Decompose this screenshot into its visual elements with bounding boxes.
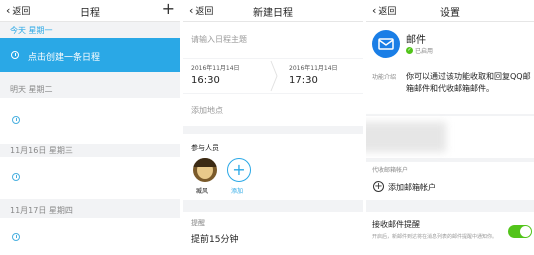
location-input[interactable]: 添加地点 — [183, 94, 363, 126]
add-schedule-button[interactable]: + — [162, 0, 175, 18]
list-item[interactable] — [0, 157, 180, 199]
notify-toggle[interactable] — [508, 225, 532, 238]
clock-icon — [12, 173, 20, 181]
time-range: 2016年11月14日 16:30 2016年11月14日 17:30 — [183, 59, 363, 93]
add-account-button[interactable]: + 添加邮箱帐户 — [366, 176, 534, 198]
end-time: 17:30 — [289, 75, 318, 86]
top-bar: ‹ 返回 日程 + — [0, 0, 180, 22]
settings-screen: ‹ 返回 设置 邮件 ✓ 已启用 功能介绍 你可以通过该功能收取和回复QQ邮箱邮… — [366, 0, 534, 255]
add-participant-label: 添加 — [231, 188, 244, 195]
blurred-area — [366, 116, 534, 158]
new-schedule-screen: ‹ 返回 新建日程 请输入日程主题 2016年11月14日 16:30 2016… — [183, 0, 363, 255]
end-date: 2016年11月14日 — [289, 65, 338, 72]
arrow-separator-icon — [270, 60, 278, 92]
accounts-label: 代收邮箱帐户 — [372, 167, 409, 174]
accounts-section: 代收邮箱帐户 + 添加邮箱帐户 — [366, 162, 534, 200]
notify-description: 开启后，新邮件到达将在消息列表的邮件提醒中通知你。 — [372, 234, 498, 240]
day-header: 11月17日 星期四 — [10, 206, 73, 215]
plus-circle-icon: + — [373, 181, 384, 192]
toggle-knob — [520, 226, 531, 237]
add-account-label: 添加邮箱帐户 — [388, 183, 436, 192]
app-name: 邮件 — [406, 35, 426, 46]
top-bar: ‹ 返回 新建日程 — [183, 0, 363, 22]
list-item[interactable] — [0, 98, 180, 144]
page-title: 日程 — [80, 8, 100, 19]
reminder-label: 提醒 — [191, 219, 205, 227]
subject-placeholder: 请输入日程主题 — [191, 35, 247, 44]
avatar[interactable] — [193, 158, 217, 182]
app-status: 已启用 — [415, 48, 434, 55]
today-header: 今天 星期一 — [10, 26, 53, 35]
tomorrow-header: 明天 星期二 — [10, 85, 53, 94]
page-title: 设置 — [440, 8, 460, 19]
day-header: 11月16日 星期三 — [10, 146, 73, 155]
create-schedule-label: 点击创建一条日程 — [28, 53, 101, 63]
clock-icon — [11, 51, 19, 59]
notify-label: 接收邮件提醒 — [372, 220, 420, 229]
list-item[interactable] — [0, 218, 180, 255]
end-time-picker[interactable]: 2016年11月14日 17:30 — [281, 59, 363, 93]
clock-icon — [12, 116, 20, 124]
clock-icon — [12, 233, 20, 241]
reminder-row[interactable]: 提醒 提前15分钟 — [183, 212, 363, 255]
create-schedule-item[interactable]: 点击创建一条日程 — [0, 38, 180, 72]
participants-label: 参与人员 — [191, 144, 219, 152]
add-participant-button[interactable]: + — [227, 158, 251, 182]
intro-text: 你可以通过该功能收取和回复QQ邮箱邮件和代收邮箱邮件。 — [406, 72, 531, 93]
page-title: 新建日程 — [253, 8, 293, 19]
top-bar: ‹ 返回 设置 — [366, 0, 534, 22]
intro-row: 功能介绍 你可以通过该功能收取和回复QQ邮箱邮件和代收邮箱邮件。 — [366, 68, 534, 114]
participant-name: 臧风 — [196, 188, 209, 195]
schedule-screen: ‹ 返回 日程 + 今天 星期一 点击创建一条日程 明天 星期二 11月16日 … — [0, 0, 180, 255]
mail-icon — [372, 30, 400, 58]
intro-label: 功能介绍 — [372, 74, 397, 81]
start-time-picker[interactable]: 2016年11月14日 16:30 — [183, 59, 273, 93]
subject-input[interactable]: 请输入日程主题 — [183, 22, 363, 58]
notify-row: 接收邮件提醒 开启后，新邮件到达将在消息列表的邮件提醒中通知你。 — [366, 212, 534, 255]
start-date: 2016年11月14日 — [191, 65, 240, 72]
reminder-value: 提前15分钟 — [191, 235, 239, 245]
check-icon: ✓ — [406, 47, 413, 54]
participants-section: 参与人员 臧风 + 添加 — [183, 134, 363, 200]
app-info: 邮件 ✓ 已启用 — [366, 22, 534, 68]
start-time: 16:30 — [191, 75, 220, 86]
location-placeholder: 添加地点 — [191, 106, 223, 115]
